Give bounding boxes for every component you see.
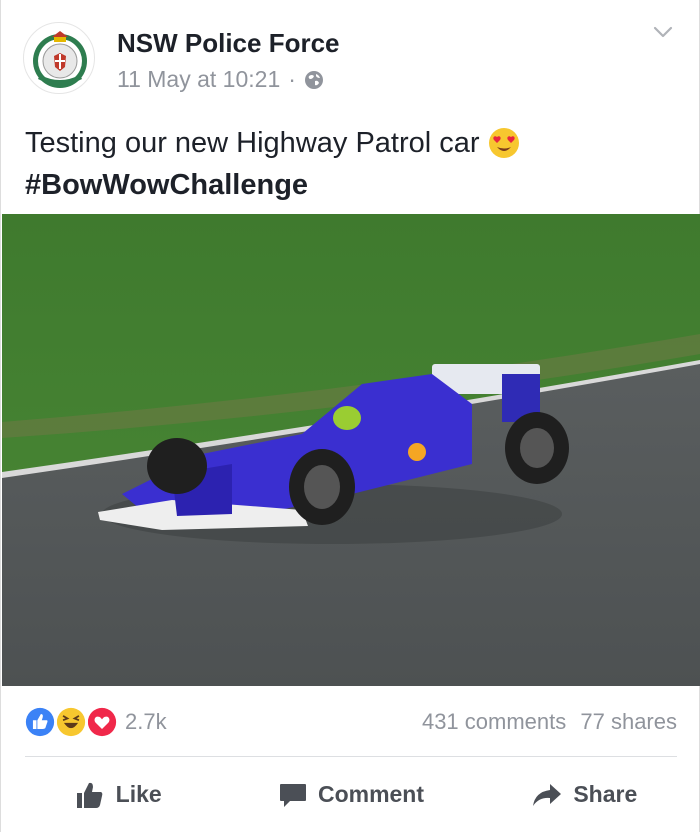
action-bar: Like Comment Share — [1, 757, 700, 832]
love-reaction-icon — [85, 705, 119, 739]
chevron-down-icon[interactable] — [651, 20, 675, 44]
comment-label: Comment — [317, 781, 425, 807]
police-badge-icon — [33, 31, 87, 88]
post-text: Testing our new Highway Patrol car #BowW… — [25, 122, 520, 206]
comments-shares: 431 comments 77 shares — [414, 709, 677, 735]
hashtag-link[interactable]: #BowWowChallenge — [25, 164, 520, 206]
like-reaction-icon — [23, 705, 57, 739]
meta-separator: · — [288, 66, 296, 92]
page-name-link[interactable]: NSW Police Force — [117, 28, 340, 59]
thumbs-up-icon — [76, 782, 102, 808]
share-label: Share — [573, 781, 638, 807]
globe-icon — [304, 70, 323, 89]
comment-button[interactable]: Comment — [234, 757, 467, 832]
shares-count-link[interactable]: 77 shares — [580, 709, 677, 734]
reaction-summary[interactable] — [23, 705, 123, 739]
like-button[interactable]: Like — [1, 757, 234, 832]
heart-eyes-emoji-icon — [488, 128, 519, 158]
share-arrow-icon — [533, 783, 562, 806]
page-avatar[interactable] — [23, 22, 95, 94]
post-header: NSW Police Force 11 May at 10:21 · — [1, 0, 700, 110]
post-meta: 11 May at 10:21 · — [117, 66, 324, 93]
post-stats: 2.7k 431 comments 77 shares — [1, 686, 700, 758]
post-text-line: Testing our new Highway Patrol car — [25, 127, 480, 159]
post-card: NSW Police Force 11 May at 10:21 · Testi… — [0, 0, 700, 832]
reaction-count[interactable]: 2.7k — [125, 709, 167, 735]
post-photo[interactable] — [2, 214, 700, 686]
comment-bubble-icon — [279, 783, 306, 807]
post-timestamp[interactable]: 11 May at 10:21 — [117, 66, 280, 93]
share-button[interactable]: Share — [468, 757, 700, 832]
comments-count-link[interactable]: 431 comments — [422, 709, 566, 734]
haha-reaction-icon — [54, 705, 88, 739]
race-car-photo-image — [2, 214, 700, 686]
like-label: Like — [115, 781, 162, 807]
